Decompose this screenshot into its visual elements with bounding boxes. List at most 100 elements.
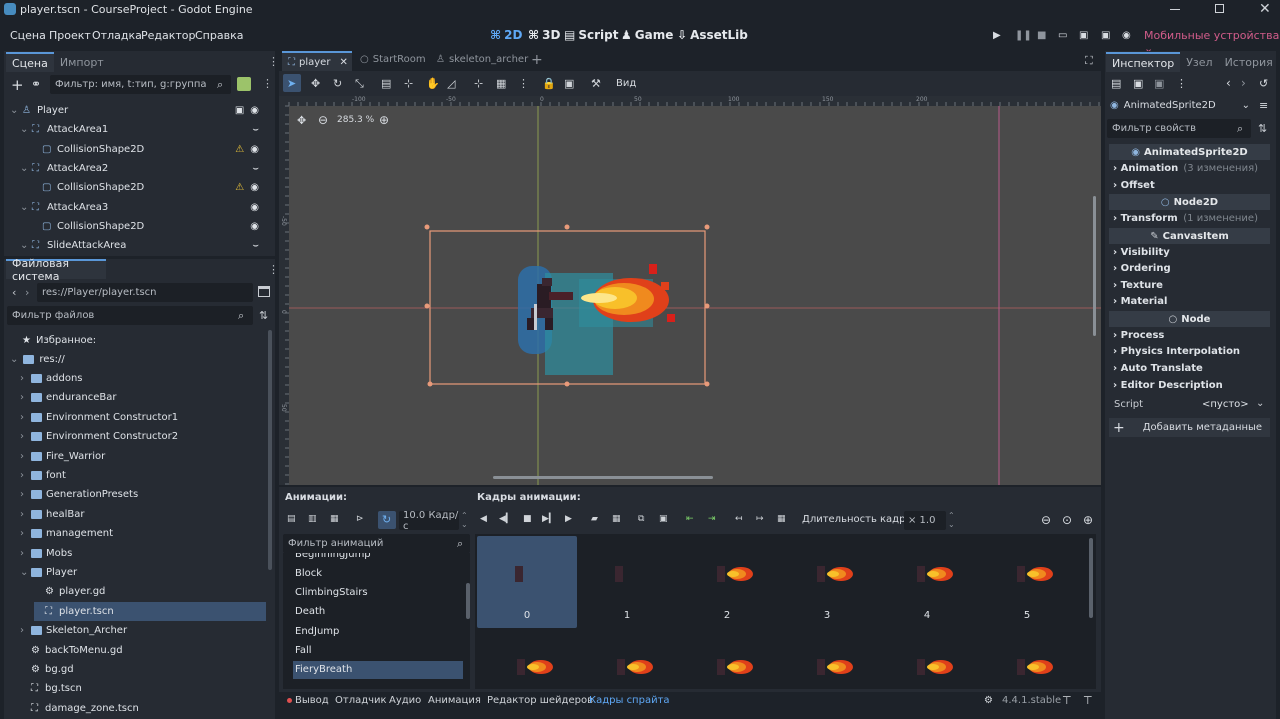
group-animation[interactable]: › Animation (3 изменения)	[1113, 163, 1270, 174]
menu-project[interactable]: Проект	[49, 29, 91, 42]
scene-tree-node[interactable]: ⌄ ⛶ AttackArea2 ⌣	[20, 159, 265, 178]
tab-shader-editor[interactable]: Редактор шейдеров	[487, 695, 593, 706]
sort-icon[interactable]: ⇅	[259, 309, 268, 322]
attach-script-icon[interactable]	[237, 77, 251, 91]
chevron-right-icon[interactable]: ›	[20, 548, 31, 559]
tab-sprite-frames[interactable]: Кадры спрайта	[589, 695, 670, 706]
frame-thumbnail[interactable]: 5	[977, 536, 1077, 628]
fs-item[interactable]: ⚙ player.gd	[34, 582, 266, 601]
frames-zoom-out-icon[interactable]: ⊖	[1041, 513, 1051, 527]
ruler-icon[interactable]: ▤	[381, 77, 391, 90]
workspace-3d[interactable]: ⌘ 3D	[528, 28, 560, 42]
insert-after-icon[interactable]: ⇥	[708, 514, 716, 524]
delete-animation-icon[interactable]: ▦	[330, 514, 339, 524]
chevron-right-icon[interactable]: ›	[20, 470, 31, 481]
frame-thumbnail[interactable]: 3	[777, 536, 877, 628]
menu-debug[interactable]: Отладка	[92, 29, 142, 42]
frame-thumbnail[interactable]	[877, 629, 977, 689]
scene-filter-input[interactable]: Фильтр: имя, t:тип, g:группа	[50, 75, 231, 94]
zoom-in-icon[interactable]: ⊕	[379, 113, 389, 127]
grid-snap-icon[interactable]: ▦	[496, 77, 506, 90]
bone-icon[interactable]: ⚒	[591, 77, 601, 90]
delete-frame-icon[interactable]: ▦	[777, 514, 786, 524]
animation-list-item[interactable]: Fall	[293, 642, 463, 660]
animation-list-item[interactable]: FieryBreath	[293, 660, 463, 679]
visibility-icon[interactable]: ◉	[250, 105, 259, 116]
tab-filesystem[interactable]: Файловая система	[6, 257, 106, 283]
back-icon[interactable]: ‹	[12, 286, 16, 299]
fs-item[interactable]: ⛶ bg.tscn	[20, 679, 266, 698]
fs-item[interactable]: › addons	[20, 369, 266, 388]
chevron-down-icon[interactable]: ⌄	[20, 240, 32, 251]
frame-thumbnail[interactable]: 1	[577, 536, 677, 628]
viewport[interactable]: -100 -50 0 50 100 150 200 -50 0 50 ✥ ⊖ 285.3 % ⊕	[279, 96, 1101, 485]
pivot-icon[interactable]: ⊹	[404, 77, 413, 90]
warning-icon[interactable]: ⚠	[235, 144, 244, 155]
copy-frame-icon[interactable]: ⧉	[638, 514, 644, 524]
group-editor-description[interactable]: › Editor Description	[1113, 380, 1223, 391]
chevron-right-icon[interactable]: ›	[20, 373, 31, 384]
tab-player[interactable]: ⛶ player ✕	[282, 51, 352, 71]
workspace-script[interactable]: ▤ Script	[564, 28, 618, 42]
group-ordering[interactable]: › Ordering	[1113, 263, 1171, 274]
fs-item[interactable]: › Environment Constructor2	[20, 427, 266, 446]
workspace-2d[interactable]: ⌘ 2D	[490, 28, 522, 42]
group-icon[interactable]: ⌣	[252, 240, 259, 251]
group-icon[interactable]: ⌣	[252, 163, 259, 174]
stop-icon[interactable]: ■	[523, 514, 532, 524]
object-menu-icon[interactable]: ≡	[1259, 99, 1268, 112]
chevron-right-icon[interactable]: ›	[20, 489, 31, 500]
split-view-icon[interactable]	[258, 286, 270, 297]
animation-filter-input[interactable]: Фильтр анимаций	[283, 534, 470, 553]
fs-item[interactable]: ⚙ backToMenu.gd	[20, 641, 266, 660]
fps-stepper-icon[interactable]: ⌃ ⌄	[461, 511, 468, 529]
forward-icon[interactable]: ›	[25, 286, 29, 299]
group-auto-translate[interactable]: › Auto Translate	[1113, 363, 1203, 374]
animation-list-item[interactable]: Block	[293, 564, 463, 582]
fs-item[interactable]: › Mobs	[20, 544, 266, 563]
object-history-icon[interactable]: ↺	[1259, 77, 1268, 90]
tab-startroom[interactable]: ○ StartRoom	[360, 54, 426, 65]
group-physics-interpolation[interactable]: › Physics Interpolation	[1113, 346, 1240, 357]
fs-item[interactable]: ⛶ player.tscn	[34, 601, 266, 621]
chevron-right-icon[interactable]: ›	[20, 451, 31, 462]
scene-tree-node[interactable]: ▢ CollisionShape2D ◉	[30, 217, 265, 236]
chevron-down-icon[interactable]: ⌄	[10, 105, 22, 116]
menu-scene[interactable]: Сцена	[10, 29, 46, 42]
minimize-icon[interactable]	[1170, 9, 1180, 10]
move-icon[interactable]: ✥	[311, 77, 320, 90]
play-start-icon[interactable]: ▶▎	[542, 514, 556, 524]
zoom-level[interactable]: 285.3 %	[337, 115, 374, 125]
tab-output[interactable]: Вывод	[295, 695, 329, 706]
property-filter-input[interactable]: Фильтр свойств	[1107, 119, 1251, 138]
select-icon[interactable]: ➤	[287, 77, 296, 90]
animation-list-item[interactable]: EndJump	[293, 622, 463, 640]
group-icon[interactable]: ⌣	[252, 124, 259, 135]
tab-debugger[interactable]: Отладчик	[335, 695, 387, 706]
scale-icon[interactable]: ⤡	[355, 77, 364, 91]
add-metadata-button[interactable]: + Добавить метаданные	[1109, 418, 1270, 437]
duplicate-animation-icon[interactable]: ▥	[308, 514, 317, 524]
fs-menu-icon[interactable]: ⋮	[268, 263, 279, 276]
scene-tree-node[interactable]: ▢ CollisionShape2D ⚠ ◉	[30, 178, 265, 197]
tab-node[interactable]: Узел	[1180, 52, 1218, 72]
fs-scrollbar[interactable]	[268, 330, 272, 570]
visibility-icon[interactable]: ◉	[250, 144, 259, 155]
tab-animation[interactable]: Анимация	[428, 695, 481, 706]
load-frames-icon[interactable]: ▰	[591, 514, 598, 524]
frame-thumbnail[interactable]	[477, 629, 577, 689]
tab-audio[interactable]: Аудио	[389, 695, 421, 706]
group-icon[interactable]: ▣	[564, 77, 574, 90]
add-node-icon[interactable]: +	[11, 76, 24, 94]
play-backwards-icon[interactable]: ◀	[480, 514, 487, 524]
chevron-right-icon[interactable]: ›	[20, 431, 31, 442]
frame-thumbnail[interactable]	[777, 629, 877, 689]
script-attached-icon[interactable]: ▣	[235, 105, 244, 116]
paste-frame-icon[interactable]: ▣	[659, 514, 668, 524]
resource-more-icon[interactable]: ⋮	[1176, 77, 1187, 90]
frame-thumbnail[interactable]	[577, 629, 677, 689]
group-offset[interactable]: › Offset	[1113, 180, 1155, 191]
group-visibility[interactable]: › Visibility	[1113, 247, 1170, 258]
play-forward-icon[interactable]: ▶	[565, 514, 572, 524]
maximize-icon[interactable]	[1215, 4, 1224, 13]
